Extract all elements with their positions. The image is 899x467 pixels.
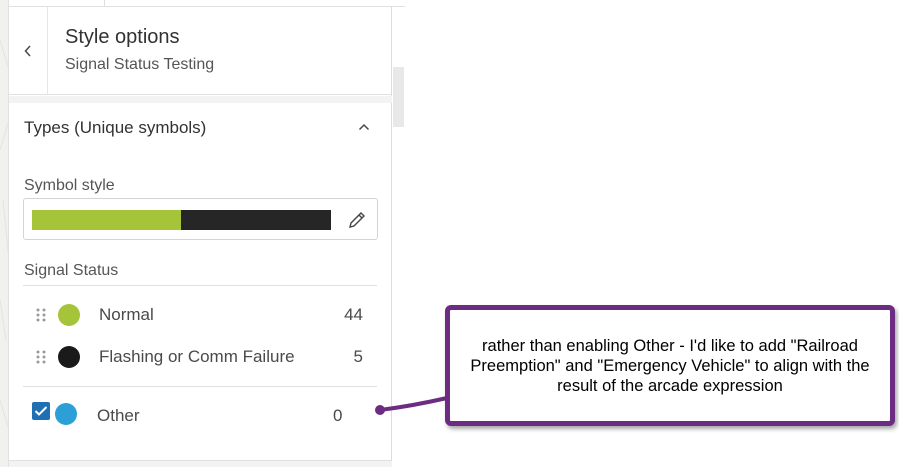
annotation-callout: rather than enabling Other - I'd like to…: [445, 305, 895, 426]
annotation-text: rather than enabling Other - I'd like to…: [470, 336, 870, 395]
